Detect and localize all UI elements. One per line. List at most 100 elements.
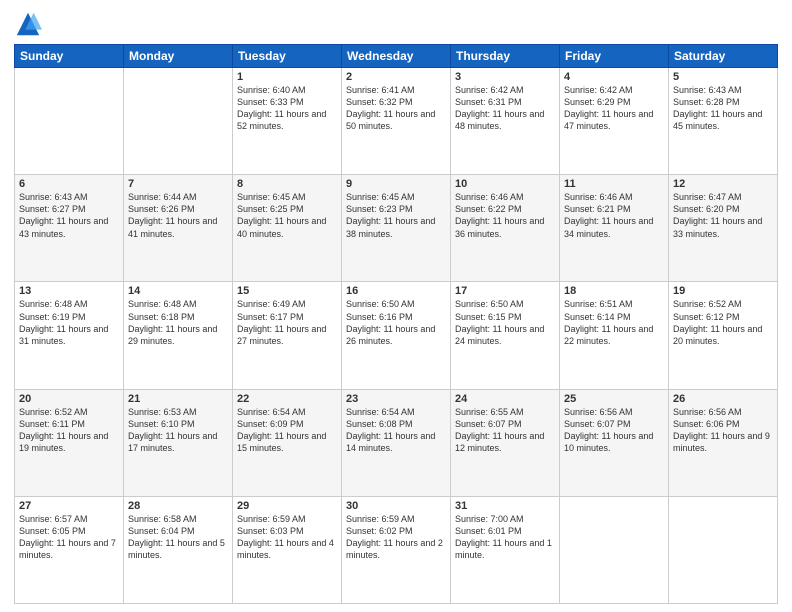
day-number: 26 [673,393,773,405]
cell-info: Daylight: 11 hours and 31 minutes. [19,323,119,347]
cell-info: Sunset: 6:32 PM [346,96,446,108]
day-number: 5 [673,71,773,83]
day-header-monday: Monday [124,45,233,68]
cell-info: Daylight: 11 hours and 15 minutes. [237,430,337,454]
calendar-cell: 20Sunrise: 6:52 AMSunset: 6:11 PMDayligh… [15,389,124,496]
cell-info: Sunset: 6:31 PM [455,96,555,108]
day-number: 28 [128,500,228,512]
cell-info: Sunset: 6:28 PM [673,96,773,108]
cell-info: Sunrise: 7:00 AM [455,513,555,525]
day-number: 10 [455,178,555,190]
calendar-cell: 1Sunrise: 6:40 AMSunset: 6:33 PMDaylight… [233,68,342,175]
day-header-friday: Friday [560,45,669,68]
day-number: 9 [346,178,446,190]
logo-icon [14,10,42,38]
calendar-week-4: 20Sunrise: 6:52 AMSunset: 6:11 PMDayligh… [15,389,778,496]
calendar-cell: 10Sunrise: 6:46 AMSunset: 6:22 PMDayligh… [451,175,560,282]
cell-info: Sunset: 6:27 PM [19,203,119,215]
calendar-cell: 21Sunrise: 6:53 AMSunset: 6:10 PMDayligh… [124,389,233,496]
day-number: 16 [346,285,446,297]
day-number: 2 [346,71,446,83]
cell-info: Sunset: 6:07 PM [455,418,555,430]
calendar-cell: 30Sunrise: 6:59 AMSunset: 6:02 PMDayligh… [342,496,451,603]
day-number: 6 [19,178,119,190]
cell-info: Sunrise: 6:55 AM [455,406,555,418]
calendar-cell: 26Sunrise: 6:56 AMSunset: 6:06 PMDayligh… [669,389,778,496]
cell-info: Sunset: 6:26 PM [128,203,228,215]
day-header-thursday: Thursday [451,45,560,68]
day-header-wednesday: Wednesday [342,45,451,68]
cell-info: Sunset: 6:08 PM [346,418,446,430]
calendar-cell: 25Sunrise: 6:56 AMSunset: 6:07 PMDayligh… [560,389,669,496]
calendar-cell: 18Sunrise: 6:51 AMSunset: 6:14 PMDayligh… [560,282,669,389]
cell-info: Sunrise: 6:54 AM [346,406,446,418]
cell-info: Sunrise: 6:43 AM [19,191,119,203]
cell-info: Sunrise: 6:40 AM [237,84,337,96]
cell-info: Sunset: 6:25 PM [237,203,337,215]
calendar-cell: 12Sunrise: 6:47 AMSunset: 6:20 PMDayligh… [669,175,778,282]
cell-info: Daylight: 11 hours and 50 minutes. [346,108,446,132]
cell-info: Sunrise: 6:59 AM [346,513,446,525]
cell-info: Sunrise: 6:56 AM [564,406,664,418]
day-number: 7 [128,178,228,190]
cell-info: Sunrise: 6:45 AM [237,191,337,203]
cell-info: Sunset: 6:18 PM [128,311,228,323]
calendar-week-2: 6Sunrise: 6:43 AMSunset: 6:27 PMDaylight… [15,175,778,282]
day-number: 22 [237,393,337,405]
cell-info: Sunrise: 6:51 AM [564,298,664,310]
cell-info: Sunrise: 6:58 AM [128,513,228,525]
cell-info: Sunrise: 6:48 AM [128,298,228,310]
page: SundayMondayTuesdayWednesdayThursdayFrid… [0,0,792,612]
day-number: 15 [237,285,337,297]
cell-info: Daylight: 11 hours and 1 minute. [455,537,555,561]
calendar-cell [669,496,778,603]
cell-info: Sunset: 6:16 PM [346,311,446,323]
day-number: 14 [128,285,228,297]
cell-info: Sunset: 6:11 PM [19,418,119,430]
cell-info: Sunset: 6:33 PM [237,96,337,108]
calendar-cell [124,68,233,175]
cell-info: Daylight: 11 hours and 34 minutes. [564,215,664,239]
day-number: 21 [128,393,228,405]
cell-info: Daylight: 11 hours and 36 minutes. [455,215,555,239]
cell-info: Sunrise: 6:53 AM [128,406,228,418]
cell-info: Daylight: 11 hours and 20 minutes. [673,323,773,347]
cell-info: Daylight: 11 hours and 17 minutes. [128,430,228,454]
calendar-header-row: SundayMondayTuesdayWednesdayThursdayFrid… [15,45,778,68]
cell-info: Daylight: 11 hours and 14 minutes. [346,430,446,454]
day-header-tuesday: Tuesday [233,45,342,68]
day-number: 13 [19,285,119,297]
cell-info: Sunrise: 6:46 AM [564,191,664,203]
day-number: 30 [346,500,446,512]
cell-info: Daylight: 11 hours and 27 minutes. [237,323,337,347]
cell-info: Sunset: 6:03 PM [237,525,337,537]
calendar-cell: 27Sunrise: 6:57 AMSunset: 6:05 PMDayligh… [15,496,124,603]
cell-info: Daylight: 11 hours and 7 minutes. [19,537,119,561]
cell-info: Sunrise: 6:52 AM [673,298,773,310]
calendar-cell: 15Sunrise: 6:49 AMSunset: 6:17 PMDayligh… [233,282,342,389]
cell-info: Sunrise: 6:56 AM [673,406,773,418]
header [14,10,778,38]
cell-info: Sunrise: 6:45 AM [346,191,446,203]
calendar-cell: 4Sunrise: 6:42 AMSunset: 6:29 PMDaylight… [560,68,669,175]
day-number: 23 [346,393,446,405]
cell-info: Daylight: 11 hours and 40 minutes. [237,215,337,239]
calendar-week-1: 1Sunrise: 6:40 AMSunset: 6:33 PMDaylight… [15,68,778,175]
calendar-cell: 3Sunrise: 6:42 AMSunset: 6:31 PMDaylight… [451,68,560,175]
cell-info: Daylight: 11 hours and 2 minutes. [346,537,446,561]
calendar-cell: 31Sunrise: 7:00 AMSunset: 6:01 PMDayligh… [451,496,560,603]
cell-info: Sunrise: 6:49 AM [237,298,337,310]
cell-info: Sunset: 6:01 PM [455,525,555,537]
cell-info: Daylight: 11 hours and 26 minutes. [346,323,446,347]
calendar-cell [15,68,124,175]
cell-info: Daylight: 11 hours and 5 minutes. [128,537,228,561]
cell-info: Sunset: 6:04 PM [128,525,228,537]
cell-info: Sunrise: 6:48 AM [19,298,119,310]
cell-info: Daylight: 11 hours and 43 minutes. [19,215,119,239]
calendar-week-3: 13Sunrise: 6:48 AMSunset: 6:19 PMDayligh… [15,282,778,389]
cell-info: Sunset: 6:22 PM [455,203,555,215]
cell-info: Sunrise: 6:46 AM [455,191,555,203]
cell-info: Sunrise: 6:43 AM [673,84,773,96]
cell-info: Sunset: 6:14 PM [564,311,664,323]
calendar-cell: 16Sunrise: 6:50 AMSunset: 6:16 PMDayligh… [342,282,451,389]
